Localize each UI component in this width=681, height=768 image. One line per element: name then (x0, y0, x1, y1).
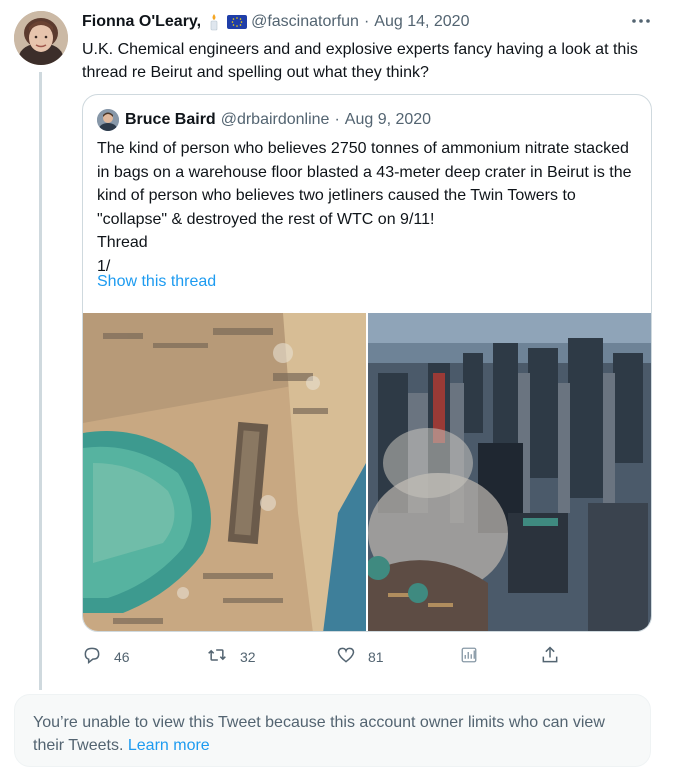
eu-flag-icon (227, 15, 248, 29)
reply-icon (82, 645, 102, 670)
like-icon (336, 645, 356, 670)
show-thread-link[interactable]: Show this thread (97, 273, 216, 291)
share-icon (540, 645, 560, 670)
learn-more-link[interactable]: Learn more (128, 737, 210, 754)
like-button[interactable]: 81 (336, 645, 384, 669)
analytics-icon (460, 646, 478, 669)
quoted-text-line: Thread (97, 234, 148, 251)
wtc-aerial-image[interactable] (368, 313, 651, 631)
avatar[interactable] (14, 11, 68, 65)
quoted-tweet[interactable]: Bruce Baird @drbairdonline · Aug 9, 2020… (82, 94, 652, 632)
share-button[interactable] (540, 645, 560, 669)
quoted-tweet-text: The kind of person who believes 2750 ton… (97, 137, 642, 278)
quoted-display-name: Bruce Baird (125, 111, 216, 128)
quoted-separator-dot: · (334, 111, 340, 128)
tweet-date[interactable]: Aug 14, 2020 (374, 13, 469, 31)
restricted-tweet-notice: You’re unable to view this Tweet because… (14, 694, 651, 767)
notice-text: You’re unable to view this Tweet because… (33, 714, 605, 754)
retweet-count: 32 (240, 649, 256, 665)
tweet-text: U.K. Chemical engineers and and explosiv… (82, 41, 638, 81)
reply-count: 46 (114, 649, 130, 665)
beirut-port-aerial-image[interactable] (83, 313, 366, 631)
tweet-actions: 46 32 81 (82, 645, 570, 669)
quoted-tweet-header: Bruce Baird @drbairdonline · Aug 9, 2020 (97, 109, 431, 131)
retweet-icon (206, 645, 228, 670)
retweet-button[interactable]: 32 (206, 645, 256, 669)
tweet-header: Fionna O'Leary, @fascinatorfun · Aug 14,… (82, 12, 469, 32)
reply-button[interactable]: 46 (82, 645, 130, 669)
quoted-text-line: The kind of person who believes 2750 ton… (97, 140, 632, 228)
display-name[interactable]: Fionna O'Leary, (82, 13, 201, 31)
quoted-date: Aug 9, 2020 (344, 111, 432, 128)
analytics-button[interactable] (460, 645, 478, 669)
handle[interactable]: @fascinatorfun (251, 13, 359, 31)
more-icon[interactable] (631, 14, 651, 28)
thread-line (39, 72, 42, 690)
quoted-handle: @drbairdonline (220, 111, 330, 128)
like-count: 81 (368, 649, 384, 665)
separator-dot: · (363, 13, 370, 30)
candle-icon (207, 13, 221, 31)
quoted-avatar (97, 109, 119, 131)
tweet[interactable]: Fionna O'Leary, @fascinatorfun · Aug 14,… (0, 0, 681, 690)
